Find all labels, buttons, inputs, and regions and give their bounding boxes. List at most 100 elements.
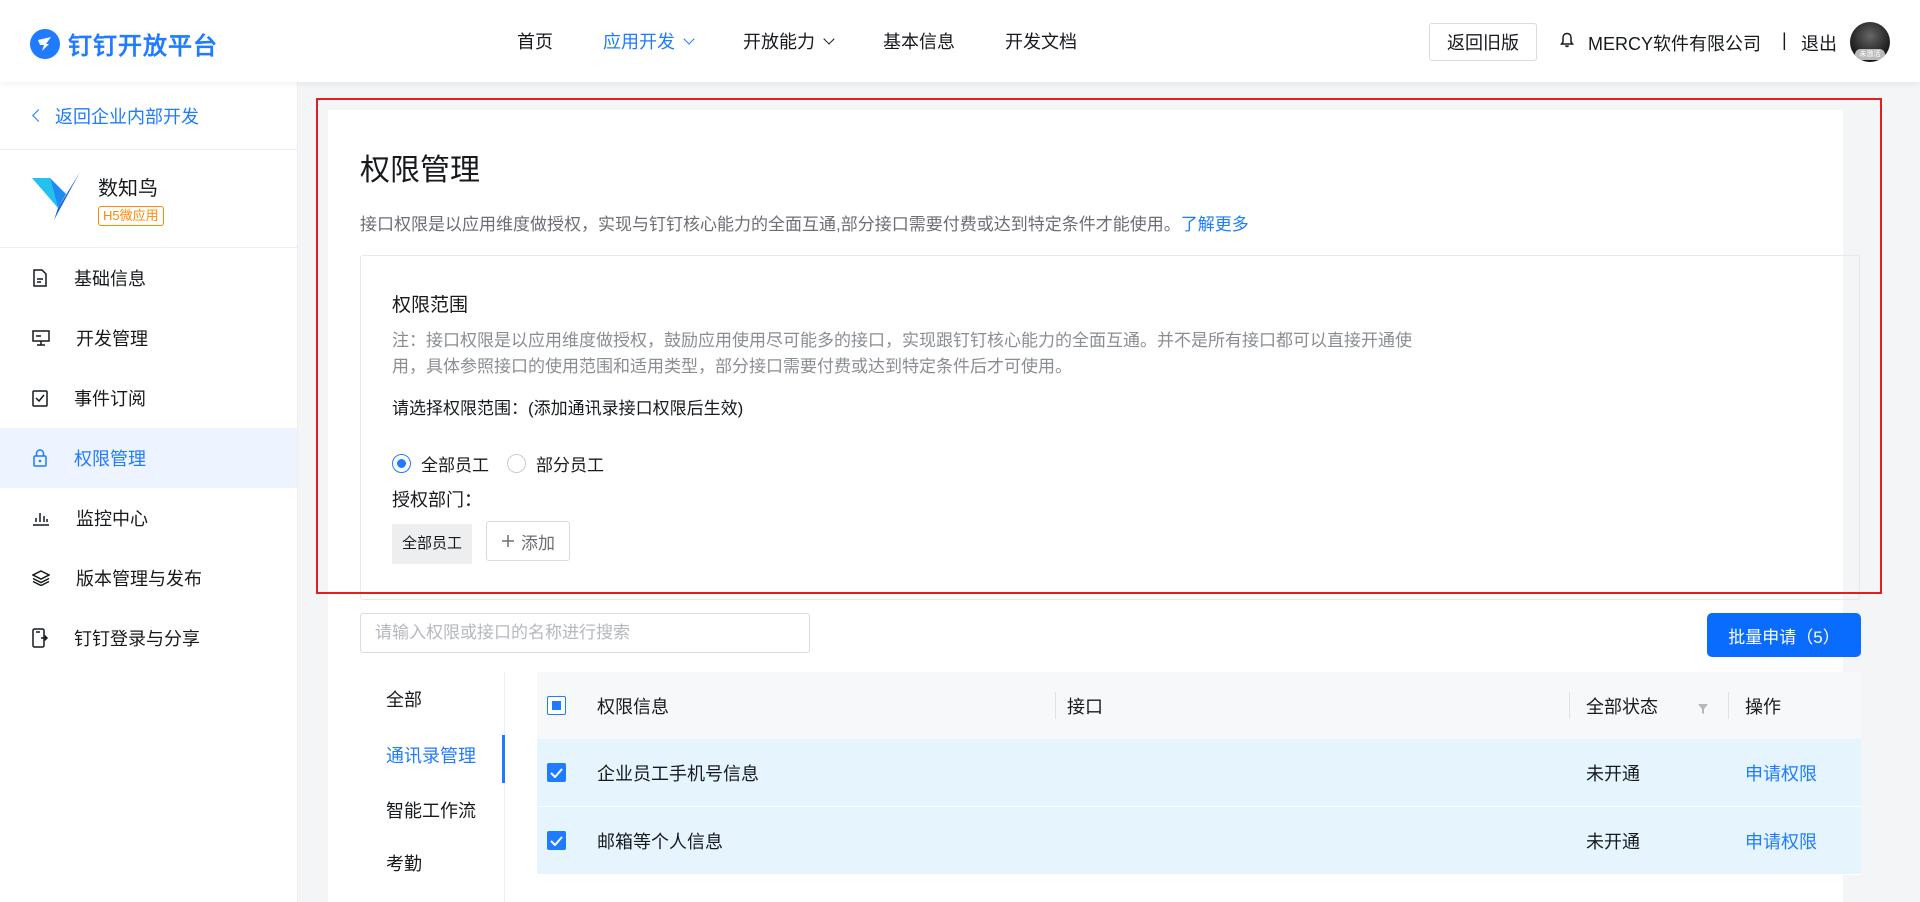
sidebar-item-monitor[interactable]: 监控中心 (0, 488, 297, 548)
radio-unchecked-icon (507, 454, 526, 473)
nav-docs[interactable]: 开发文档 (1005, 28, 1077, 54)
dingtalk-logo-icon (30, 28, 60, 59)
sidebar-item-login-share[interactable]: 钉钉登录与分享 (0, 608, 297, 668)
table-row: 企业员工手机号信息 未开通 申请权限 (537, 739, 1861, 807)
logo[interactable]: 钉钉开放平台 (30, 26, 218, 61)
back-link[interactable]: 返回企业内部开发 (0, 82, 297, 150)
logout-link[interactable]: 退出 (1801, 30, 1837, 56)
page-description: 接口权限是以应用维度做授权，实现与钉钉核心能力的全面互通,部分接口需要付费或达到… (360, 210, 1249, 235)
row-status: 未开通 (1586, 831, 1640, 852)
nav-basic-info[interactable]: 基本信息 (883, 28, 955, 54)
chevron-left-icon (32, 109, 45, 122)
select-all-checkbox[interactable] (547, 696, 566, 715)
back-link-label: 返回企业内部开发 (55, 106, 199, 127)
nav-app-dev[interactable]: 应用开发 (603, 28, 695, 54)
app-type-tag: H5微应用 (98, 205, 164, 226)
scope-note: 注：接口权限是以应用维度做授权，鼓励应用使用尽可能多的接口，实现跟钉钉核心能力的… (392, 331, 1412, 376)
scope-radio-group: 全部员工 部分员工 (392, 451, 622, 476)
share-icon (32, 628, 48, 648)
category-all[interactable]: 全部 (386, 686, 422, 712)
bell-icon[interactable] (1560, 32, 1574, 53)
app-name: 数知鸟 (98, 177, 158, 200)
sidebar-item-permission[interactable]: 权限管理 (0, 428, 297, 488)
nav-open-capability-label: 开放能力 (743, 32, 815, 52)
apply-permission-link[interactable]: 申请权限 (1745, 828, 1817, 854)
main-nav: 首页 应用开发 开放能力 基本信息 开发文档 (517, 0, 1127, 82)
checkbox-partial-icon (547, 696, 566, 715)
avatar-badge: 未激活 (1855, 49, 1885, 60)
radio-label: 部分员工 (536, 456, 604, 475)
nav-basic-info-label: 基本信息 (883, 32, 955, 52)
header-api: 接口 (1067, 696, 1103, 717)
event-icon (32, 390, 48, 407)
column-divider (1569, 692, 1570, 719)
scope-title: 权限范围 (392, 295, 469, 316)
plus-icon (502, 535, 514, 547)
checkbox-checked-icon (547, 831, 566, 850)
radio-checked-icon (392, 454, 411, 473)
sidebar-item-version[interactable]: 版本管理与发布 (0, 548, 297, 608)
chevron-down-icon (683, 33, 695, 45)
sidebar-item-dev-manage[interactable]: 开发管理 (0, 308, 297, 368)
sidebar-item-label: 开发管理 (76, 329, 148, 349)
batch-apply-button[interactable]: 批量申请（5） (1707, 613, 1861, 657)
auth-dept-label: 授权部门： (392, 490, 482, 510)
scope-choose-label: 请选择权限范围：(添加通讯录接口权限后生效) (392, 399, 744, 418)
chart-icon (33, 513, 49, 526)
sidebar-item-event-subscribe[interactable]: 事件订阅 (0, 368, 297, 428)
avatar[interactable]: 未激活 (1850, 22, 1890, 62)
row-checkbox[interactable] (547, 831, 566, 850)
top-navbar: 钉钉开放平台 首页 应用开发 开放能力 基本信息 开发文档 返回旧版 MERCY… (0, 0, 1920, 82)
category-contacts[interactable]: 通讯录管理 (386, 742, 476, 768)
sidebar-item-label: 基础信息 (74, 269, 146, 289)
nav-home[interactable]: 首页 (517, 28, 553, 54)
page-description-text: 接口权限是以应用维度做授权，实现与钉钉核心能力的全面互通,部分接口需要付费或达到… (360, 215, 1181, 234)
header-op: 操作 (1745, 696, 1781, 717)
column-divider (1055, 692, 1056, 719)
add-dept-button[interactable]: 添加 (486, 521, 570, 561)
sidebar: 返回企业内部开发 数知鸟 H5微应用 基础信息 开发管理 事件订阅 权限管理 监… (0, 82, 298, 902)
sidebar-item-label: 钉钉登录与分享 (74, 629, 200, 649)
row-status: 未开通 (1586, 763, 1640, 784)
row-perm: 邮箱等个人信息 (597, 831, 723, 852)
old-version-button[interactable]: 返回旧版 (1429, 23, 1537, 61)
column-divider (1728, 692, 1729, 719)
permission-scope-section: 权限范围 注：接口权限是以应用维度做授权，鼓励应用使用尽可能多的接口，实现跟钉钉… (360, 255, 1860, 600)
category-list: 全部 通讯录管理 智能工作流 考勤 (360, 672, 505, 902)
nav-docs-label: 开发文档 (1005, 32, 1077, 52)
row-perm: 企业员工手机号信息 (597, 763, 759, 784)
nav-home-label: 首页 (517, 32, 553, 52)
permission-table: 权限信息 接口 全部状态 操作 企业员工手机号信息 未开通 申请权限 邮箱等个人… (537, 672, 1861, 875)
sidebar-item-label: 版本管理与发布 (76, 569, 202, 589)
checkbox-checked-icon (547, 763, 566, 782)
category-workflow[interactable]: 智能工作流 (386, 797, 476, 823)
table-row: 邮箱等个人信息 未开通 申请权限 (537, 807, 1861, 875)
company-name[interactable]: MERCY软件有限公司 (1588, 30, 1761, 56)
category-attendance[interactable]: 考勤 (386, 850, 422, 876)
header-perm: 权限信息 (597, 696, 669, 717)
header-status: 全部状态 (1586, 696, 1658, 717)
nav-open-capability[interactable]: 开放能力 (743, 28, 835, 54)
nav-app-dev-label: 应用开发 (603, 32, 675, 52)
divider: | (1782, 30, 1787, 50)
apply-permission-link[interactable]: 申请权限 (1745, 760, 1817, 786)
radio-part-employees[interactable]: 部分员工 (507, 451, 604, 476)
learn-more-link[interactable]: 了解更多 (1181, 215, 1249, 234)
radio-label: 全部员工 (421, 456, 489, 475)
lock-icon (33, 449, 47, 467)
logo-text: 钉钉开放平台 (68, 33, 218, 60)
row-checkbox[interactable] (547, 763, 566, 782)
permission-search-input[interactable] (360, 613, 810, 653)
layers-icon (32, 570, 50, 586)
active-category-indicator (502, 735, 505, 783)
sidebar-item-basic-info[interactable]: 基础信息 (0, 248, 297, 308)
dept-tag: 全部员工 (392, 524, 472, 564)
monitor-icon (32, 330, 50, 346)
table-header: 权限信息 接口 全部状态 操作 (537, 672, 1861, 739)
sidebar-item-label: 事件订阅 (74, 389, 146, 409)
radio-all-employees[interactable]: 全部员工 (392, 451, 489, 476)
sidebar-item-label: 监控中心 (76, 509, 148, 529)
page-title: 权限管理 (360, 154, 480, 187)
filter-icon[interactable] (1697, 699, 1709, 720)
chevron-down-icon (823, 33, 835, 45)
